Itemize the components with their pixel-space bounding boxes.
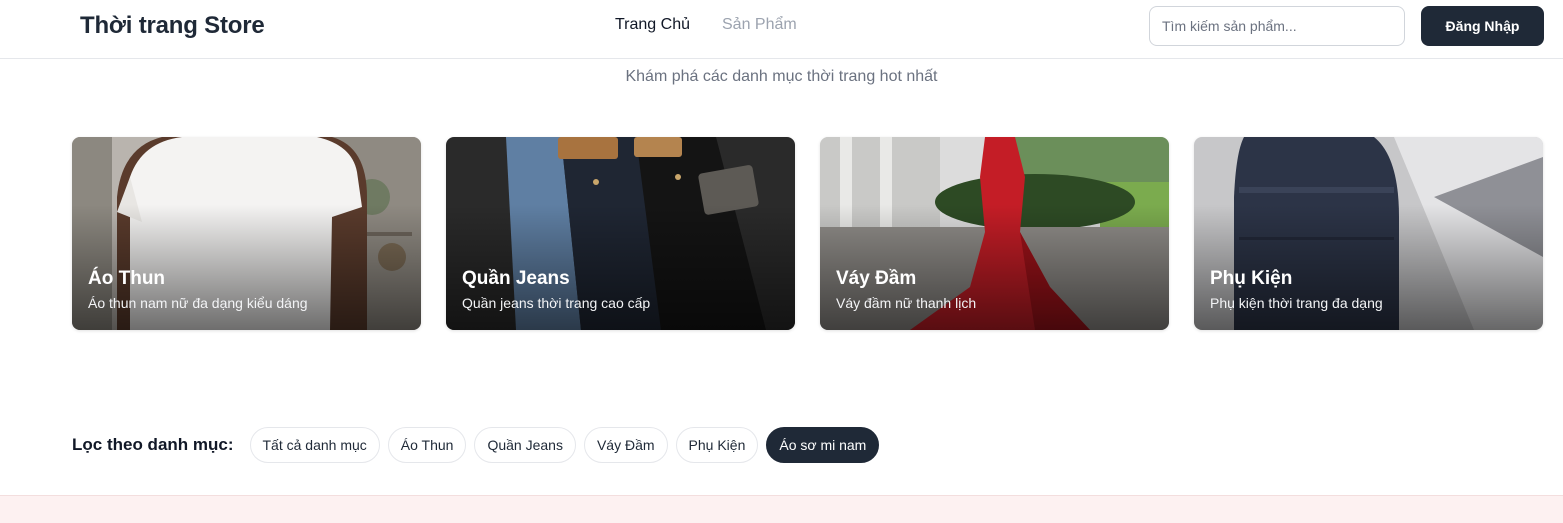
brand-logo[interactable]: Thời trang Store <box>80 12 265 40</box>
site-header: Thời trang Store Trang Chủ Sản Phẩm Đăng… <box>0 0 1563 59</box>
card-title: Phụ Kiện <box>1210 268 1293 289</box>
nav-link-products[interactable]: Sản Phẩm <box>722 16 797 34</box>
nav-link-home[interactable]: Trang Chủ <box>615 16 690 34</box>
category-filter: Lọc theo danh mục: Tất cả danh mục Áo Th… <box>72 427 880 463</box>
search-input[interactable] <box>1149 6 1405 46</box>
card-description: Áo thun nam nữ đa dạng kiểu dáng <box>88 295 308 311</box>
login-button[interactable]: Đăng Nhập <box>1421 6 1544 46</box>
main-nav: Trang Chủ Sản Phẩm <box>615 16 797 34</box>
filter-chip-quan-jeans[interactable]: Quần Jeans <box>474 427 576 463</box>
category-card-vay-dam[interactable]: Váy Đầm Váy đầm nữ thanh lịch <box>820 137 1169 330</box>
card-title: Quần Jeans <box>462 268 570 289</box>
filter-chip-ao-thun[interactable]: Áo Thun <box>387 427 467 463</box>
filter-chip-ao-so-mi-nam[interactable]: Áo sơ mi nam <box>766 427 880 463</box>
filter-chip-vay-dam[interactable]: Váy Đầm <box>583 427 668 463</box>
card-description: Quần jeans thời trang cao cấp <box>462 295 651 311</box>
category-cards: Áo Thun Áo thun nam nữ đa dạng kiểu dáng… <box>72 137 1543 330</box>
page-subtitle: Khám phá các danh mục thời trang hot nhấ… <box>625 68 938 85</box>
category-card-ao-thun[interactable]: Áo Thun Áo thun nam nữ đa dạng kiểu dáng <box>72 137 421 330</box>
products-section-top <box>0 495 1563 523</box>
card-description: Phụ kiện thời trang đa dạng <box>1210 295 1383 311</box>
card-description: Váy đầm nữ thanh lịch <box>836 295 977 311</box>
filter-label: Lọc theo danh mục: <box>72 435 234 454</box>
category-card-quan-jeans[interactable]: Quần Jeans Quần jeans thời trang cao cấp <box>446 137 795 330</box>
card-title: Áo Thun <box>88 268 166 289</box>
category-card-phu-kien[interactable]: Phụ Kiện Phụ kiện thời trang đa dạng <box>1194 137 1543 330</box>
filter-chip-phu-kien[interactable]: Phụ Kiện <box>675 427 759 463</box>
filter-chips: Tất cả danh mục Áo Thun Quần Jeans Váy Đ… <box>249 427 880 463</box>
filter-chip-all[interactable]: Tất cả danh mục <box>249 427 380 463</box>
card-title: Váy Đầm <box>836 268 917 289</box>
